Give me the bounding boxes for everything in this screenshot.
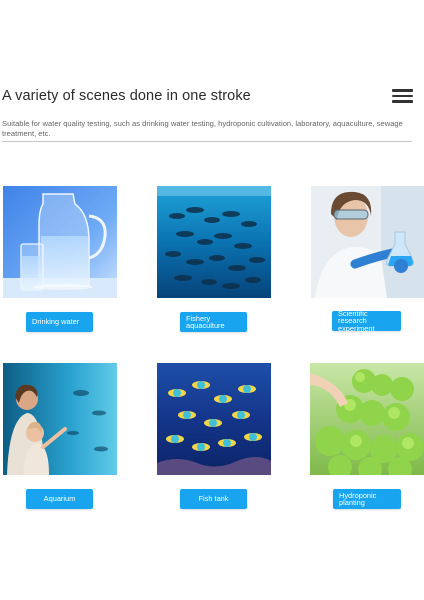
scene-button-scientific-research[interactable]: Scientific research experiment — [332, 310, 401, 332]
lab-scientist-image — [311, 186, 424, 298]
hamburger-menu-icon[interactable] — [392, 89, 413, 103]
scene-button-fishery-aquaculture[interactable]: Fishery aquaculture — [180, 312, 247, 332]
water-pitcher-glass-image — [3, 186, 117, 298]
hydroponic-lettuce-image — [310, 363, 424, 475]
divider — [2, 141, 412, 142]
scene-button-drinking-water[interactable]: Drinking water — [26, 312, 93, 332]
scene-button-fish-tank[interactable]: Fish tank — [180, 489, 247, 509]
aquarium-visitors-image — [3, 363, 117, 475]
scenes-description: Suitable for water quality testing, such… — [2, 119, 403, 138]
scene-button-hydroponic-planting[interactable]: Hydroponic planting — [333, 489, 401, 509]
page-title: A variety of scenes done in one stroke — [2, 88, 251, 104]
fish-school-underwater-image — [157, 186, 271, 298]
scene-button-aquarium[interactable]: Aquarium — [26, 489, 93, 509]
tropical-fish-tank-image — [157, 363, 271, 475]
